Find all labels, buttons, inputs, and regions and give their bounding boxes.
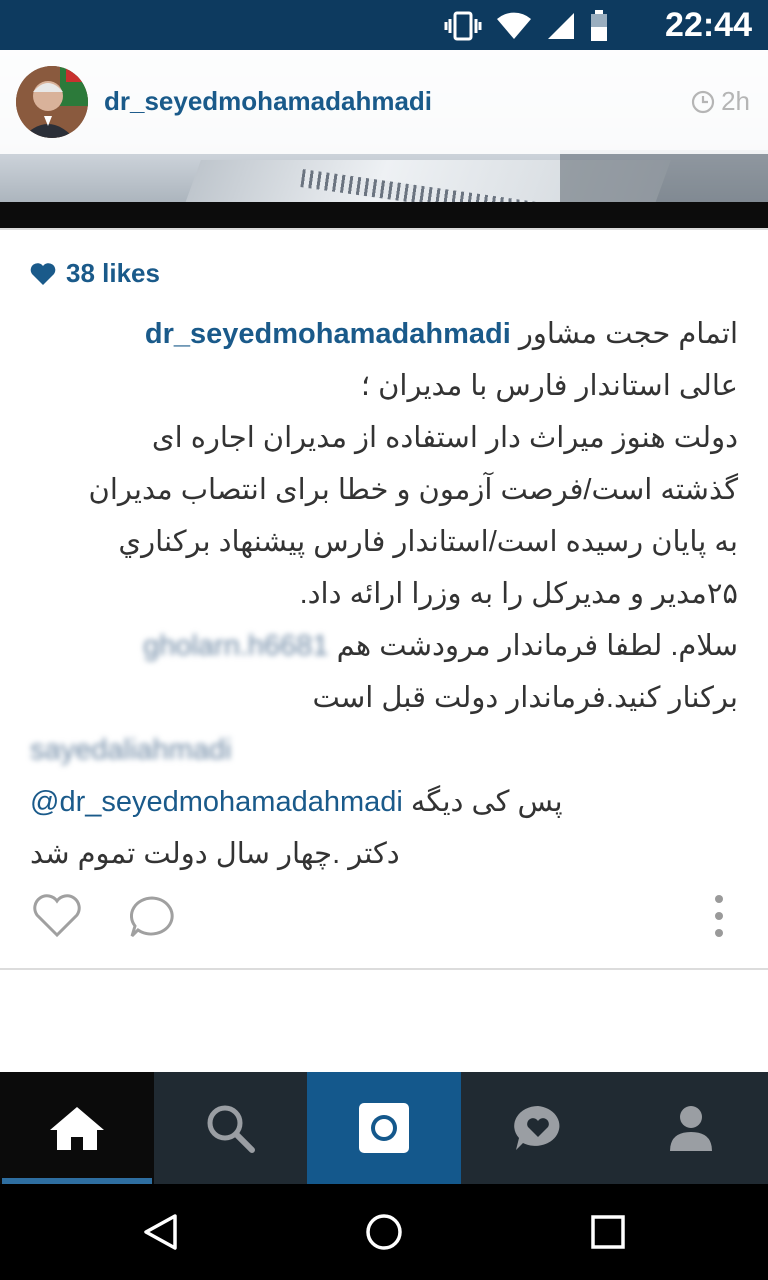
caption-author[interactable]: dr_seyedmohamadahmadi [145, 318, 511, 350]
activity-icon [513, 1106, 559, 1150]
home-circle-icon[interactable] [364, 1212, 404, 1252]
tab-activity[interactable] [461, 1072, 615, 1184]
caption-text: اتمام حجت مشاور [518, 318, 738, 350]
comment-username[interactable]: gholarn.h6681 [143, 630, 328, 662]
caption-line: گذشته است/فرصت آزمون و خطا برای انتصاب م… [88, 474, 738, 506]
signal-icon [548, 13, 574, 39]
comment-text: سلام. لطفا فرماندار مرودشت هم [336, 630, 738, 662]
likes-count: 38 likes [66, 258, 160, 288]
heart-icon[interactable] [32, 894, 82, 938]
tab-camera[interactable] [307, 1072, 461, 1184]
tab-profile[interactable] [614, 1072, 768, 1184]
comment-line: سلام. لطفا فرماندار مرودشت هم gholarn.h6… [30, 620, 738, 672]
status-icons [444, 10, 608, 42]
more-options-icon[interactable] [712, 894, 726, 938]
post-username[interactable]: dr_seyedmohamadahmadi [104, 86, 432, 117]
home-icon [49, 1107, 104, 1150]
system-nav-bar [0, 1184, 768, 1280]
comment-line: دکتر .چهار سال دولت تموم شد [30, 828, 738, 880]
camera-icon [358, 1103, 409, 1153]
tab-home[interactable] [0, 1072, 154, 1184]
time-ago: 2h [721, 86, 750, 116]
caption-line: اتمام حجت مشاور dr_seyedmohamadahmadi [30, 308, 738, 360]
battery-icon [591, 10, 607, 41]
avatar[interactable] [16, 66, 88, 138]
post-actions [0, 888, 768, 948]
clock: 22:44 [665, 6, 752, 44]
comment-line: @dr_seyedmohamadahmadi پس کی دیگه [30, 776, 738, 828]
comment-line: sayedaliahmadi [30, 724, 738, 776]
comment-mention[interactable]: @dr_seyedmohamadahmadi [30, 786, 403, 818]
profile-icon [670, 1106, 713, 1151]
image-dark-band [0, 202, 768, 230]
clock-icon [691, 90, 715, 113]
comment-icon[interactable] [126, 894, 178, 940]
recents-icon[interactable] [590, 1214, 626, 1250]
heart-filled-icon [30, 262, 56, 285]
wifi-icon [497, 12, 531, 39]
comment-username[interactable]: sayedaliahmadi [30, 734, 232, 766]
tab-search[interactable] [154, 1072, 308, 1184]
caption-block: اتمام حجت مشاور dr_seyedmohamadahmadi عا… [30, 308, 738, 880]
caption-line: دولت هنوز میراث دار استفاده از مدیران اج… [151, 422, 738, 454]
divider [0, 228, 768, 230]
caption-line: عالی استاندار فارس با مدیران ؛ [360, 370, 738, 402]
vibrate-icon [444, 11, 482, 41]
comment-text: پس کی دیگه [410, 786, 563, 818]
caption-line: به پایان رسیده است/استاندار فارس پیشنهاد… [118, 526, 738, 558]
search-icon [207, 1105, 256, 1153]
back-icon[interactable] [140, 1212, 180, 1252]
divider [0, 968, 768, 970]
tab-bar [0, 1072, 768, 1184]
status-bar: 22:44 [0, 0, 768, 50]
comment-line: برکنار کنید.فرماندار دولت قبل است [312, 682, 738, 714]
post-time: 2h [691, 86, 750, 117]
caption-line: ۲۵مدیر و مدیرکل را به وزرا ارائه داد. [299, 578, 738, 610]
comment-text: دکتر .چهار سال دولت تموم شد [30, 838, 400, 870]
likes-row[interactable]: 38 likes [30, 258, 160, 289]
